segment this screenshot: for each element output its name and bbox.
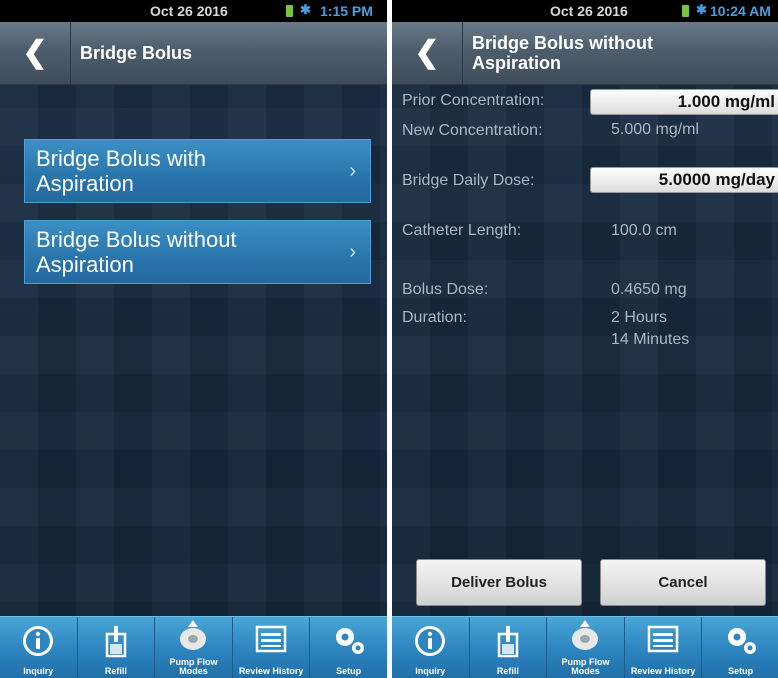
status-time: 1:15 PM (320, 3, 373, 19)
nav-label: Refill (496, 666, 519, 676)
new-concentration-label: New Concentration: (402, 122, 543, 139)
bottom-nav-bar: Inquiry Refill Pump Flow Modes Review His… (392, 616, 778, 678)
refill-icon (497, 626, 519, 658)
bridge-bolus-without-aspiration-screen: Oct 26 2016 ✱ 10:24 AM ❮ Bridge Bolus wi… (392, 0, 778, 678)
nav-refill[interactable]: Refill (470, 617, 548, 678)
nav-inquiry[interactable]: Inquiry (0, 617, 78, 678)
nav-review-history[interactable]: Review History (233, 617, 311, 678)
status-bar: Oct 26 2016 ✱ 10:24 AM (392, 0, 778, 22)
nav-refill[interactable]: Refill (78, 617, 156, 678)
nav-setup[interactable]: Setup (702, 617, 778, 678)
nav-label: Setup (728, 666, 754, 676)
nav-pump-flow-modes[interactable]: Pump Flow Modes (547, 617, 625, 678)
deliver-bolus-button[interactable]: Deliver Bolus (416, 559, 582, 606)
bluetooth-icon: ✱ (300, 2, 311, 17)
nav-pump-flow-modes[interactable]: Pump Flow Modes (155, 617, 233, 678)
nav-label: Review History (630, 666, 696, 676)
title-bar: ❮ Bridge Bolus without Aspiration (392, 22, 778, 85)
info-icon (23, 626, 54, 656)
title-bar: ❮ Bridge Bolus (0, 22, 387, 85)
bridge-daily-dose-field[interactable]: 5.0000 mg/day (590, 167, 778, 193)
back-button[interactable]: ❮ (0, 22, 71, 84)
info-icon (415, 626, 446, 656)
nav-label: Pump Flow Modes (169, 657, 218, 676)
back-button[interactable]: ❮ (392, 22, 463, 84)
bluetooth-icon: ✱ (696, 2, 707, 17)
nav-label: Inquiry (415, 666, 446, 676)
bottom-nav-bar: Inquiry Refill Pump Flow Modes Review His… (0, 616, 387, 678)
status-bar: Oct 26 2016 ✱ 1:15 PM (0, 0, 387, 22)
duration-minutes: 14 Minutes (611, 331, 690, 348)
duration-label: Duration: (402, 309, 467, 326)
nav-label: Refill (104, 666, 127, 676)
setup-gears-icon (335, 628, 364, 654)
catheter-length-label: Catheter Length: (402, 222, 522, 239)
setup-gears-icon (727, 628, 756, 654)
new-concentration-value: 5.000 mg/ml (611, 121, 700, 138)
nav-label: Review History (238, 666, 304, 676)
refill-icon (105, 626, 127, 658)
catheter-length-value: 100.0 cm (611, 222, 677, 239)
review-history-icon (647, 625, 679, 653)
nav-setup[interactable]: Setup (310, 617, 387, 678)
back-arrow-icon: ❮ (414, 36, 440, 69)
nav-label: Inquiry (23, 666, 54, 676)
pump-flow-icon (180, 620, 207, 650)
nav-label: Pump Flow Modes (561, 657, 610, 676)
pump-flow-icon (572, 620, 599, 650)
menu-item-label: Bridge Bolus with Aspiration (36, 146, 206, 196)
status-date: Oct 26 2016 (150, 3, 228, 19)
duration-hours: 2 Hours (611, 309, 668, 326)
status-date: Oct 26 2016 (550, 3, 628, 19)
battery-icon (286, 5, 293, 17)
bridge-bolus-screen: Oct 26 2016 ✱ 1:15 PM ❮ Bridge Bolus Bri… (0, 0, 387, 678)
bridge-bolus-without-aspiration-button[interactable]: Bridge Bolus without Aspiration › (24, 220, 371, 284)
prior-concentration-field[interactable]: 1.000 mg/ml (590, 89, 778, 115)
page-title: Bridge Bolus (80, 43, 193, 63)
duration-value: 2 Hours 14 Minutes (611, 307, 689, 351)
prior-concentration-label: Prior Concentration: (402, 92, 545, 109)
review-history-icon (255, 625, 287, 653)
chevron-right-icon: › (349, 241, 356, 263)
menu-item-label: Bridge Bolus without Aspiration (36, 227, 237, 277)
cancel-button[interactable]: Cancel (600, 559, 766, 606)
nav-inquiry[interactable]: Inquiry (392, 617, 470, 678)
back-arrow-icon: ❮ (22, 36, 48, 69)
nav-review-history[interactable]: Review History (625, 617, 703, 678)
status-time: 10:24 AM (710, 3, 771, 19)
battery-icon (682, 5, 689, 17)
chevron-right-icon: › (349, 160, 356, 182)
bridge-daily-dose-label: Bridge Daily Dose: (402, 172, 535, 189)
page-title: Bridge Bolus without Aspiration (472, 33, 653, 73)
nav-label: Setup (336, 666, 362, 676)
bridge-bolus-with-aspiration-button[interactable]: Bridge Bolus with Aspiration › (24, 139, 371, 203)
bolus-dose-label: Bolus Dose: (402, 281, 489, 298)
bolus-dose-value: 0.4650 mg (611, 281, 687, 298)
